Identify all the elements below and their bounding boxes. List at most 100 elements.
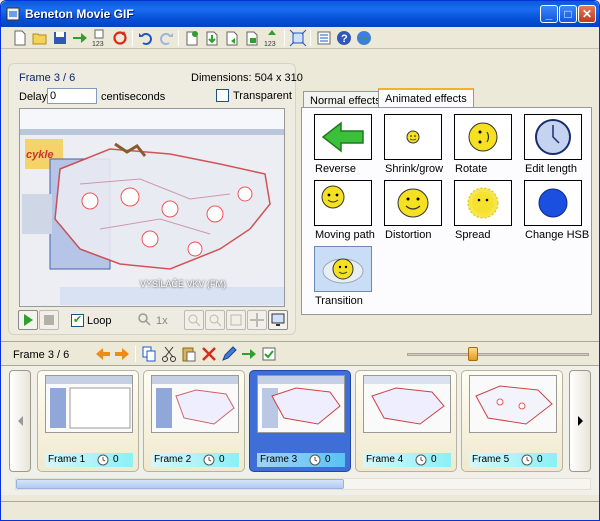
zoom-in-icon <box>188 314 201 327</box>
clock-icon <box>203 454 215 466</box>
zoom-icon[interactable] <box>137 312 151 326</box>
frame-label: Frame 3 <box>260 454 298 465</box>
save-button[interactable] <box>51 29 69 47</box>
effects-panel: Reverse Shrink/grow Rotate Edit length M… <box>301 107 592 315</box>
fit-frames-button[interactable] <box>289 29 307 47</box>
export-frame-icon <box>246 31 258 46</box>
move-frame-left-button[interactable] <box>94 345 112 363</box>
play-button[interactable] <box>18 310 38 330</box>
sort-frames-icon: 123 <box>264 30 276 47</box>
frame-thumbnail <box>45 375 133 433</box>
help-button[interactable]: ? <box>335 29 353 47</box>
frame-delay: 0 <box>219 454 225 465</box>
scrollbar-thumb[interactable] <box>16 479 344 489</box>
effect-rotate[interactable]: Rotate <box>454 114 524 180</box>
zoom-in-button[interactable] <box>184 310 204 330</box>
move-left-icon <box>96 348 110 360</box>
zoom-out-button[interactable] <box>205 310 225 330</box>
export-frames-icon <box>73 33 87 43</box>
scroll-left-button[interactable] <box>9 370 31 472</box>
add-frame-button[interactable] <box>183 29 201 47</box>
undo-button[interactable] <box>137 29 155 47</box>
paste-frame-button[interactable] <box>180 345 198 363</box>
save-icon <box>54 32 66 44</box>
frame-item-3[interactable]: Frame 3 0 <box>249 370 351 472</box>
frame-delay: 0 <box>113 454 119 465</box>
cut-frame-button[interactable] <box>160 345 178 363</box>
move-frame-right-button[interactable] <box>113 345 131 363</box>
effect-label: Reverse <box>315 163 356 175</box>
edit-frame-button[interactable] <box>220 345 238 363</box>
frame-footer: Frame 5 0 <box>469 453 557 467</box>
check-frame-button[interactable] <box>260 345 278 363</box>
effect-label: Distortion <box>385 229 432 241</box>
frame-label: Frame 5 <box>472 454 510 465</box>
stop-button[interactable] <box>39 310 59 330</box>
transparent-checkbox[interactable] <box>216 89 229 102</box>
effect-distortion[interactable]: Distortion <box>384 180 454 246</box>
loop-checkbox[interactable] <box>71 313 84 327</box>
copy-frame-button[interactable] <box>140 345 158 363</box>
effect-shrink-grow[interactable]: Shrink/grow <box>384 114 454 180</box>
effect-edit-length[interactable]: Edit length <box>524 114 594 180</box>
delete-icon <box>202 347 216 361</box>
cut-icon <box>162 346 176 362</box>
effect-spread[interactable]: Spread <box>454 180 524 246</box>
edit-icon <box>222 346 237 361</box>
frame-item-4[interactable]: Frame 4 0 <box>355 370 457 472</box>
frame-delay: 0 <box>325 454 331 465</box>
preview-panel: Frame 3 / 6 Dimensions: 504 x 310 Delay … <box>8 63 303 335</box>
effect-label: Rotate <box>455 163 488 175</box>
maximize-button[interactable]: □ <box>559 5 577 23</box>
frame-thumbnail <box>363 375 451 433</box>
loop-button[interactable] <box>111 29 129 47</box>
svg-text:123: 123 <box>92 41 104 47</box>
redo-button[interactable] <box>157 29 175 47</box>
effect-moving-path[interactable]: Moving path <box>314 180 384 246</box>
effect-change-hsb[interactable]: Change HSB <box>524 180 594 246</box>
export-frames-button[interactable] <box>71 29 89 47</box>
sort-frames-button[interactable]: 123 <box>263 29 281 47</box>
effect-reverse[interactable]: Reverse <box>314 114 384 180</box>
export-frame-button[interactable] <box>243 29 261 47</box>
maximize-icon: □ <box>564 7 572 21</box>
fit-button[interactable] <box>226 310 246 330</box>
web-button[interactable] <box>355 29 373 47</box>
frame-item-2[interactable]: Frame 2 0 <box>143 370 245 472</box>
export-frame-button-2[interactable] <box>240 345 258 363</box>
paste-icon <box>182 347 196 362</box>
frame-item-5[interactable]: Frame 5 0 <box>461 370 563 472</box>
frame-thumbnail <box>151 375 239 433</box>
tab-animated-effects[interactable]: Animated effects <box>378 88 474 108</box>
frame-footer: Frame 4 0 <box>363 453 451 467</box>
delay-input[interactable] <box>47 88 97 104</box>
frame-bar-counter: Frame 3 / 6 <box>13 349 70 361</box>
scattered-smiley-icon <box>467 187 499 219</box>
effect-transition[interactable]: Transition <box>314 246 384 312</box>
insert-frame-button[interactable] <box>203 29 221 47</box>
fullscreen-button[interactable] <box>268 310 288 330</box>
svg-text:?: ? <box>341 33 348 45</box>
close-button[interactable]: ✕ <box>578 5 596 23</box>
svg-text:123: 123 <box>264 41 276 47</box>
site-logo: cykle <box>26 149 54 161</box>
minimize-button[interactable]: _ <box>540 5 558 23</box>
clock-icon <box>535 119 571 155</box>
new-button[interactable] <box>11 29 29 47</box>
open-button[interactable] <box>31 29 49 47</box>
new-file-icon <box>14 30 26 46</box>
properties-button[interactable] <box>315 29 333 47</box>
renumber-button[interactable]: 123 <box>91 29 109 47</box>
title-bar[interactable]: Beneton Movie GIF _ □ ✕ <box>1 1 599 27</box>
frame-preview-image: cykle VYSÍLAČE VKV (FM) <box>19 108 285 307</box>
help-icon: ? <box>337 31 351 45</box>
delete-frame-button[interactable] <box>200 345 218 363</box>
scroll-right-button[interactable] <box>569 370 591 472</box>
zoom-slider-track[interactable] <box>407 353 589 356</box>
import-frame-button[interactable] <box>223 29 241 47</box>
frames-scrollbar[interactable] <box>15 478 591 490</box>
frame-item-1[interactable]: Frame 1 0 <box>37 370 139 472</box>
zoom-slider-thumb[interactable] <box>468 347 478 361</box>
clock-icon <box>309 454 321 466</box>
pan-button[interactable] <box>247 310 267 330</box>
